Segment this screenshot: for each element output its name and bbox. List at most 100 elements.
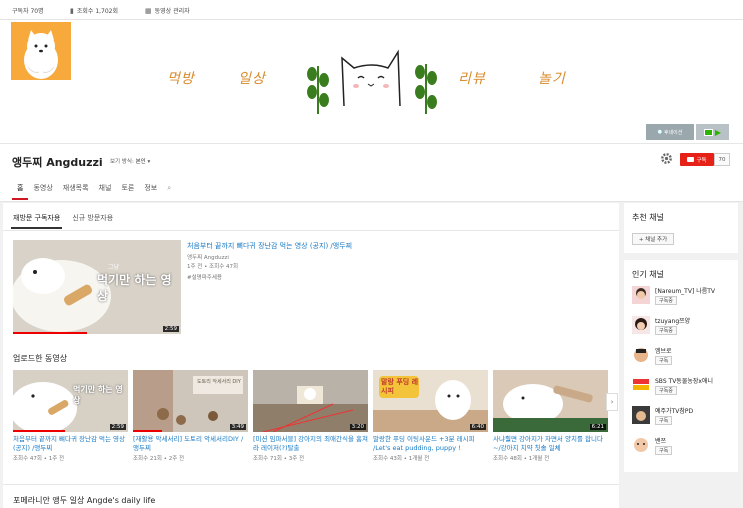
featured-video-hashtag[interactable]: #설명파주세용 (187, 273, 222, 281)
subscribe-button[interactable]: 구독 (655, 356, 673, 365)
tab-new-visitors[interactable]: 신규 방문자용 (70, 213, 115, 229)
banner-word-daily: 일상 (238, 71, 266, 87)
channel-avatar[interactable] (11, 22, 71, 80)
avatar[interactable] (632, 406, 650, 424)
audience-tabs: 재방문 구독자용 신규 방문자용 (11, 213, 115, 229)
featured-video-channel[interactable]: 앵두찌 Angduzzi (187, 253, 229, 261)
play-icon[interactable]: ▶ (715, 128, 721, 137)
subscribe-button[interactable]: 구독중 (655, 326, 677, 335)
video-meta: 조회수 21회 • 2주 전 (133, 456, 185, 462)
subscribe-button[interactable]: 구독중 (655, 296, 677, 305)
banner-word-play: 놀기 (538, 71, 566, 87)
social-links[interactable]: ▶ (696, 124, 729, 140)
subscriber-count: 구독자 70명 (12, 6, 44, 15)
watch-progress-bar (13, 430, 65, 432)
video-card[interactable]: 먹기만 하는 영상 2:59 처음부터 끝까지 뼈다귀 장난감 먹는 영상 (공… (13, 370, 128, 462)
video-title[interactable]: [미션 임파서블] 강아지의 최애간식을 훔쳐라 레이저(?)탈출 (253, 435, 368, 452)
video-title[interactable]: 사냐훨면 강아지가 자면서 양치를 합니다~/강아지 치약 칫솔 일체 (493, 435, 608, 452)
subscribe-button[interactable]: 구독 (680, 153, 714, 166)
watch-progress-bar (13, 332, 87, 334)
subscribe-button[interactable]: 구독 (655, 416, 673, 425)
avatar[interactable] (632, 346, 650, 364)
avatar[interactable] (632, 316, 650, 334)
popular-channel-item[interactable]: [Nareum_TV] 나름TV 구독중 (632, 286, 736, 312)
donation-button[interactable]: ● 후네이션 (646, 124, 694, 140)
video-title[interactable]: 말랑한 푸딩 이팅사운드 +3분 레시피 /Let's eat pudding,… (373, 435, 488, 452)
popular-channel-item[interactable]: 밴쯔 구독 (632, 436, 736, 462)
tab-home[interactable]: 홈 (12, 182, 29, 200)
donation-label: 후네이션 (663, 129, 683, 136)
video-meta: 조회수 47회 • 1주 전 (13, 456, 65, 462)
popular-title: 인기 채널 (632, 270, 664, 279)
channel-name[interactable]: 예주가TV참PD (655, 406, 693, 415)
avatar[interactable] (632, 376, 650, 394)
channel-name: 앵두찌 Angduzzi (12, 156, 103, 169)
chevron-down-icon[interactable]: ▾ (147, 159, 150, 165)
gear-icon[interactable] (660, 152, 673, 165)
video-meta: 조회수 71회 • 3주 전 (253, 456, 305, 462)
popular-channel-item[interactable]: SBS TV동물농장x애니 구독중 (632, 376, 736, 402)
tab-returning-subscribers[interactable]: 재방문 구독자용 (11, 213, 63, 229)
channel-name[interactable]: 밴쯔 (655, 436, 666, 445)
video-duration: 2:59 (109, 424, 126, 430)
tab-about[interactable]: 정보 (139, 182, 162, 200)
avatar[interactable] (632, 286, 650, 304)
subscribe-button[interactable]: 구독중 (655, 386, 677, 395)
channel-name[interactable]: 엠브로 (655, 346, 672, 355)
thumbnail-caption: 먹기만 하는 영상 (73, 385, 123, 405)
video-duration: 6:40 (469, 424, 486, 430)
banner-cat-illustration (304, 44, 440, 118)
video-card[interactable]: 3:20 [미션 임파서블] 강아지의 최애간식을 훔쳐라 레이저(?)탈출 조… (253, 370, 368, 462)
view-mode-value[interactable]: 본인 (136, 159, 146, 165)
search-icon[interactable]: ⌕ (162, 182, 176, 200)
video-title[interactable]: [재활용 악세서리] 도토리 악세서리DIY /앵두찌 (133, 435, 248, 452)
video-manager-link[interactable]: ▦ 동영상 관리자 (145, 6, 190, 16)
video-duration: 2:59 (162, 326, 179, 332)
thumbnail-caption: 말랑 푸딩 레시피 (381, 378, 419, 395)
channel-tabs: 홈 동영상 재생목록 채널 토론 정보 ⌕ (12, 182, 176, 200)
video-manager-text[interactable]: 동영상 관리자 (155, 6, 190, 15)
chevron-right-icon[interactable]: › (606, 393, 618, 411)
video-thumbnail[interactable]: 도토리 악세서리 DIY 3:49 (133, 370, 248, 432)
donation-icon: ● (657, 129, 662, 135)
video-thumbnail[interactable]: 먹기만 하는 영상 2:59 (13, 370, 128, 432)
video-card[interactable]: 도토리 악세서리 DIY 3:49 [재활용 악세서리] 도토리 악세서리DIY… (133, 370, 248, 462)
channel-name[interactable]: tzuyang쯔양 (655, 316, 690, 325)
subscriber-count-text: 구독자 70명 (12, 8, 44, 15)
tab-videos[interactable]: 동영상 (28, 182, 57, 200)
channel-name[interactable]: SBS TV동물농장x애니 (655, 376, 713, 385)
video-title[interactable]: 처음부터 끝까지 뼈다귀 장난감 먹는 영상 (공지) /앵두찌 (13, 435, 128, 452)
video-duration: 3:20 (349, 424, 366, 430)
tab-playlists[interactable]: 재생목록 (58, 182, 94, 200)
popular-channel-item[interactable]: 예주가TV참PD 구독 (632, 406, 736, 432)
popular-channel-item[interactable]: 엠브로 구독 (632, 346, 736, 372)
popular-channel-item[interactable]: tzuyang쯔양 구독중 (632, 316, 736, 342)
naver-tv-icon[interactable] (703, 128, 713, 136)
main-content: 재방문 구독자용 신규 방문자용 그냥 먹기만 하는 영상 2:59 처음부터 … (3, 203, 619, 508)
avatar[interactable] (632, 436, 650, 454)
video-card[interactable]: 6:21 사냐훨면 강아지가 자면서 양치를 합니다~/강아지 치약 칫솔 일체… (493, 370, 608, 462)
view-count-text: 조회수 1,702회 (76, 8, 119, 15)
subscribe-button[interactable]: 구독 (655, 446, 673, 455)
tab-channels[interactable]: 채널 (94, 182, 117, 200)
channel-stats-bar: 구독자 70명 ▮ 조회수 1,702회 ▦ 동영상 관리자 (0, 0, 743, 20)
tab-discussion[interactable]: 토론 (116, 182, 139, 200)
add-channel-button[interactable]: + 채널 추가 (632, 233, 674, 245)
uploads-heading[interactable]: 업로드한 동영상 (13, 353, 67, 364)
video-card[interactable]: 말랑 푸딩 레시피 6:40 말랑한 푸딩 이팅사운드 +3분 레시피 /Let… (373, 370, 488, 462)
thumbnail-caption-small: 그냥 (108, 264, 120, 271)
divider (3, 230, 619, 231)
video-thumbnail[interactable]: 말랑 푸딩 레시피 6:40 (373, 370, 488, 432)
featured-video-meta: 1주 전 • 조회수 47회 (187, 264, 239, 270)
bar-chart-icon: ▮ (70, 6, 74, 15)
playlist-section-heading[interactable]: 포메라니안 앵두 일상 Angde's daily life (13, 495, 155, 506)
divider (3, 484, 619, 485)
view-mode-selector[interactable]: 보기 방식: 본인 ▾ (110, 157, 150, 165)
featured-video-thumbnail[interactable]: 그냥 먹기만 하는 영상 2:59 (13, 240, 181, 334)
thumbnail-caption: 도토리 악세서리 DIY (197, 379, 241, 385)
video-thumbnail[interactable]: 3:20 (253, 370, 368, 432)
video-thumbnail[interactable]: 6:21 (493, 370, 608, 432)
featured-video-title[interactable]: 처음부터 끝까지 뼈다귀 장난감 먹는 영상 (공지) /앵두찌 (187, 241, 427, 251)
channel-name[interactable]: [Nareum_TV] 나름TV (655, 286, 715, 295)
video-duration: 3:49 (229, 424, 246, 430)
